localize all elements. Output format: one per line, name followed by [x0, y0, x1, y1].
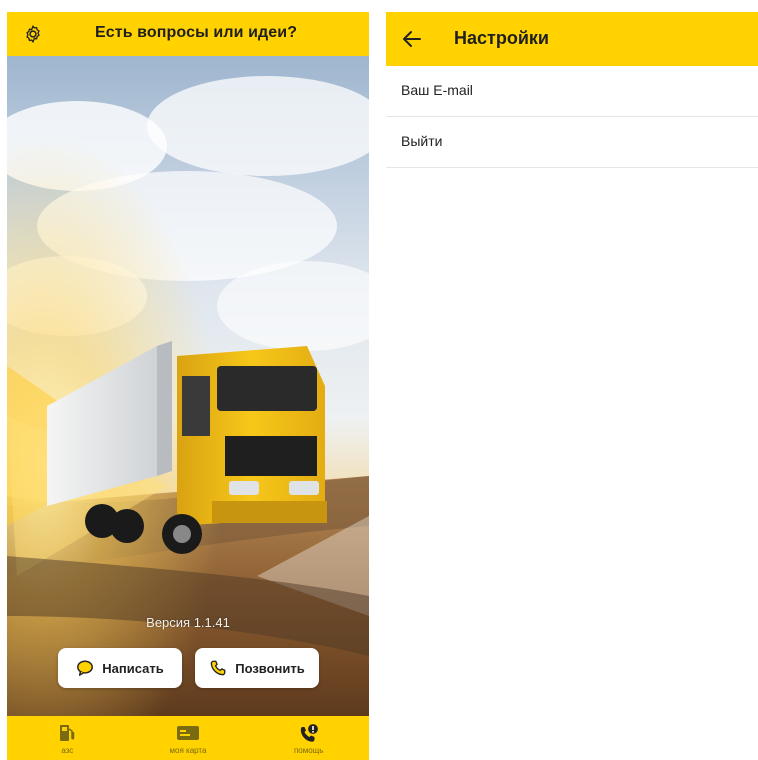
settings-item-logout[interactable]: Выйти: [386, 117, 758, 168]
write-button[interactable]: Написать: [58, 648, 182, 688]
settings-item-email-label: Ваш E-mail: [401, 82, 473, 98]
gear-icon[interactable]: [21, 22, 45, 46]
version-label: Версия 1.1.41: [146, 615, 230, 630]
page-title: Есть вопросы или идеи?: [95, 24, 298, 41]
settings-title: Настройки: [454, 28, 549, 48]
nav-label-azs: азс: [61, 746, 74, 755]
call-button-label: Позвонить: [235, 660, 305, 676]
write-button-label: Написать: [102, 660, 164, 676]
nav-item-help[interactable]: помощь: [248, 716, 369, 760]
nav-item-azs[interactable]: азс: [7, 716, 128, 760]
nav-label-my-card: моя карта: [169, 746, 207, 755]
back-arrow-icon[interactable]: [400, 28, 424, 50]
help-phone-icon: [298, 722, 320, 744]
fuel-pump-icon: [58, 722, 76, 744]
call-button[interactable]: Позвонить: [195, 648, 319, 688]
top-bar: Есть вопросы или идеи?: [7, 12, 369, 56]
nav-label-help: помощь: [293, 746, 324, 755]
left-screen: Есть вопросы или идеи? Версия 1.1.41 Нап…: [7, 12, 369, 760]
phone-icon: [209, 659, 227, 677]
nav-item-my-card[interactable]: моя карта: [128, 716, 249, 760]
settings-item-email[interactable]: Ваш E-mail: [386, 66, 758, 117]
bottom-nav: азс моя карта помощь: [7, 716, 369, 760]
settings-item-logout-label: Выйти: [401, 133, 443, 149]
right-screen: Настройки Ваш E-mail Выйти: [386, 12, 758, 760]
card-icon: [176, 722, 200, 744]
settings-top-bar: Настройки: [386, 12, 758, 66]
chat-bubble-icon: [76, 659, 94, 677]
